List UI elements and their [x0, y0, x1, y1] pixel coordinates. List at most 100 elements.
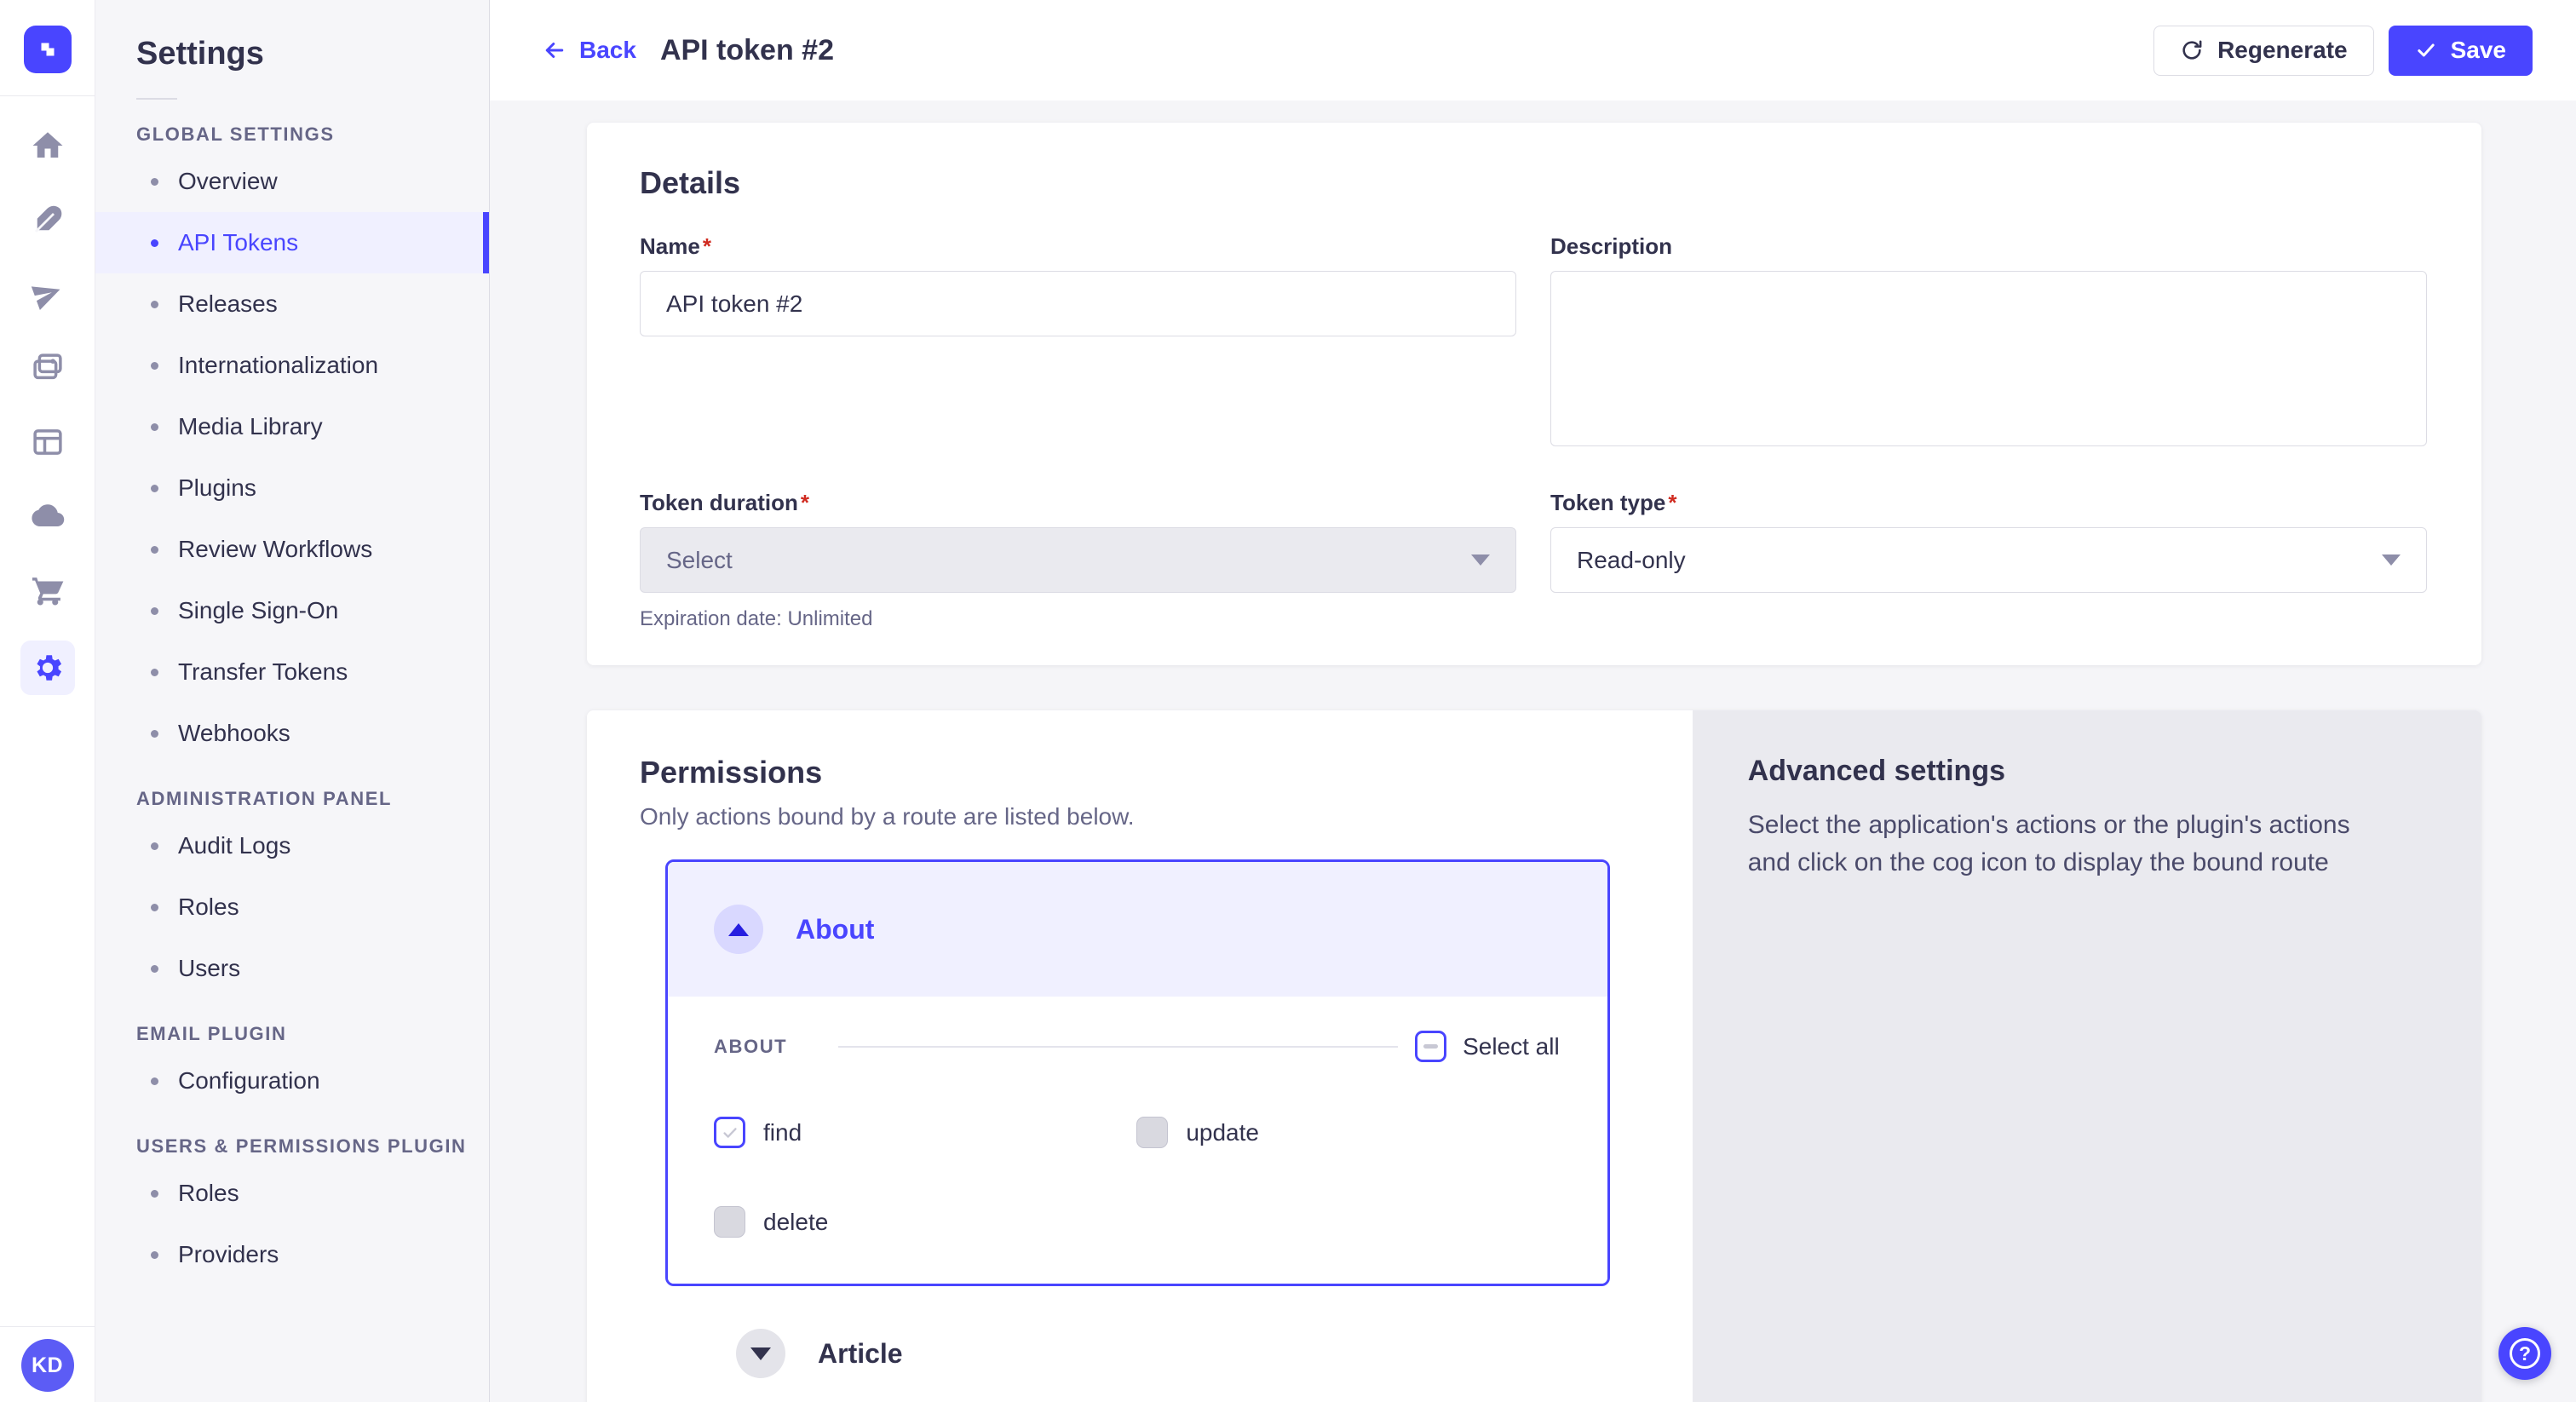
bullet-dot — [151, 607, 158, 615]
details-card: Details Name* Description Token duration… — [587, 123, 2481, 665]
chevron-down-icon — [2382, 554, 2401, 566]
accordion-about: About ABOUT Select all — [665, 859, 1610, 1286]
name-input[interactable] — [640, 271, 1516, 336]
required-asterisk: * — [801, 490, 809, 515]
collapse-toggle-button[interactable] — [714, 905, 763, 954]
bullet-dot — [151, 178, 158, 186]
bullet-dot — [151, 546, 158, 554]
bullet-dot — [151, 730, 158, 738]
sidebar-item-internationalization[interactable]: Internationalization — [95, 335, 489, 396]
select-all-checkbox[interactable] — [1415, 1031, 1446, 1062]
sidebar-item-email-configuration[interactable]: Configuration — [95, 1050, 489, 1112]
section-administration-panel: ADMINISTRATION PANEL — [95, 788, 489, 810]
sidebar-item-webhooks[interactable]: Webhooks — [95, 703, 489, 764]
token-type-label: Token type* — [1550, 490, 2427, 516]
bullet-dot — [151, 301, 158, 308]
home-icon[interactable] — [24, 122, 72, 170]
description-label: Description — [1550, 233, 2427, 260]
help-button[interactable]: ? — [2498, 1327, 2551, 1380]
sidebar-item-releases[interactable]: Releases — [95, 273, 489, 335]
question-mark-icon: ? — [2510, 1338, 2540, 1369]
settings-gear-icon[interactable] — [20, 641, 75, 695]
details-heading: Details — [640, 165, 2427, 201]
app-rail: KD — [0, 0, 95, 1402]
token-type-select[interactable]: Read-only — [1550, 527, 2427, 593]
bullet-dot — [151, 239, 158, 247]
name-field-group: Name* — [640, 233, 1516, 451]
main-area: Back API token #2 Regenerate Save Detail… — [490, 0, 2576, 1402]
permissions-panel: Permissions Only actions bound by a rout… — [587, 710, 1693, 1402]
cloud-icon[interactable] — [24, 492, 72, 540]
delete-checkbox[interactable] — [714, 1206, 745, 1238]
sidebar-item-transfer-tokens[interactable]: Transfer Tokens — [95, 641, 489, 703]
media-library-icon[interactable] — [24, 344, 72, 392]
sidebar-item-api-tokens[interactable]: API Tokens — [95, 212, 489, 273]
sidebar-item-audit-logs[interactable]: Audit Logs — [95, 815, 489, 876]
permissions-subtitle: Only actions bound by a route are listed… — [640, 803, 1693, 830]
sidebar-item-review-workflows[interactable]: Review Workflows — [95, 519, 489, 580]
accordion-about-title: About — [796, 914, 874, 945]
accordion-about-body: ABOUT Select all — [668, 997, 1607, 1284]
content-type-builder-icon[interactable] — [24, 196, 72, 244]
expand-toggle-button[interactable] — [736, 1329, 785, 1378]
page-header: Back API token #2 Regenerate Save — [490, 0, 2576, 101]
about-section-label: ABOUT — [714, 1036, 787, 1058]
sidebar-item-admin-users[interactable]: Users — [95, 938, 489, 999]
sidebar-item-admin-roles[interactable]: Roles — [95, 876, 489, 938]
bullet-dot — [151, 904, 158, 911]
sidebar-item-single-sign-on[interactable]: Single Sign-On — [95, 580, 489, 641]
accordion-article-header[interactable]: Article — [736, 1329, 1610, 1378]
permission-label: delete — [763, 1209, 828, 1236]
sidebar-item-overview[interactable]: Overview — [95, 151, 489, 212]
sidebar-title-rule — [136, 98, 177, 100]
sidebar-item-up-roles[interactable]: Roles — [95, 1163, 489, 1224]
description-textarea[interactable] — [1550, 271, 2427, 446]
select-all-control: Select all — [1415, 1031, 1560, 1062]
token-duration-field-group: Token duration* Select Expiration date: … — [640, 490, 1516, 631]
bullet-dot — [151, 965, 158, 973]
release-send-icon[interactable] — [24, 270, 72, 318]
page-content: Details Name* Description Token duration… — [490, 101, 2576, 1402]
advanced-settings-description: Select the application's actions or the … — [1748, 807, 2388, 881]
checkmark-icon — [721, 1123, 739, 1142]
section-divider — [838, 1046, 1398, 1048]
token-duration-label: Token duration* — [640, 490, 1516, 516]
sidebar-item-plugins[interactable]: Plugins — [95, 457, 489, 519]
token-type-field-group: Token type* Read-only — [1550, 490, 2427, 631]
description-field-group: Description — [1550, 233, 2427, 451]
permission-find: find — [714, 1117, 1136, 1148]
permission-label: update — [1186, 1119, 1259, 1146]
user-avatar[interactable]: KD — [21, 1339, 74, 1392]
back-button[interactable]: Back — [542, 37, 636, 64]
permission-delete: delete — [714, 1206, 1136, 1238]
permissions-heading: Permissions — [640, 755, 1693, 790]
layout-builder-icon[interactable] — [24, 418, 72, 466]
required-asterisk: * — [1668, 490, 1676, 515]
triangle-down-icon — [750, 1347, 771, 1360]
token-duration-select[interactable]: Select — [640, 527, 1516, 593]
sidebar-title: Settings — [95, 36, 489, 72]
sidebar-item-up-providers[interactable]: Providers — [95, 1224, 489, 1285]
find-checkbox[interactable] — [714, 1117, 745, 1148]
marketplace-cart-icon[interactable] — [24, 566, 72, 614]
save-button[interactable]: Save — [2389, 26, 2533, 76]
advanced-settings-heading: Advanced settings — [1748, 755, 2388, 788]
bullet-dot — [151, 423, 158, 431]
accordion-about-header[interactable]: About — [668, 862, 1607, 997]
bullet-dot — [151, 1190, 158, 1198]
regenerate-button[interactable]: Regenerate — [2153, 26, 2374, 76]
strapi-logo[interactable] — [24, 26, 72, 73]
section-global-settings: GLOBAL SETTINGS — [95, 124, 489, 146]
indeterminate-dash-icon — [1423, 1044, 1438, 1049]
sidebar-item-media-library[interactable]: Media Library — [95, 396, 489, 457]
rail-divider-bottom — [0, 1326, 95, 1327]
check-icon — [2415, 39, 2437, 61]
advanced-settings-panel: Advanced settings Select the application… — [1693, 710, 2481, 1402]
update-checkbox[interactable] — [1136, 1117, 1168, 1148]
chevron-down-icon — [1471, 554, 1490, 566]
triangle-up-icon — [728, 923, 749, 936]
permission-label: find — [763, 1119, 802, 1146]
name-label: Name* — [640, 233, 1516, 260]
settings-sidebar: Settings GLOBAL SETTINGS Overview API To… — [95, 0, 490, 1402]
arrow-left-icon — [542, 37, 567, 63]
